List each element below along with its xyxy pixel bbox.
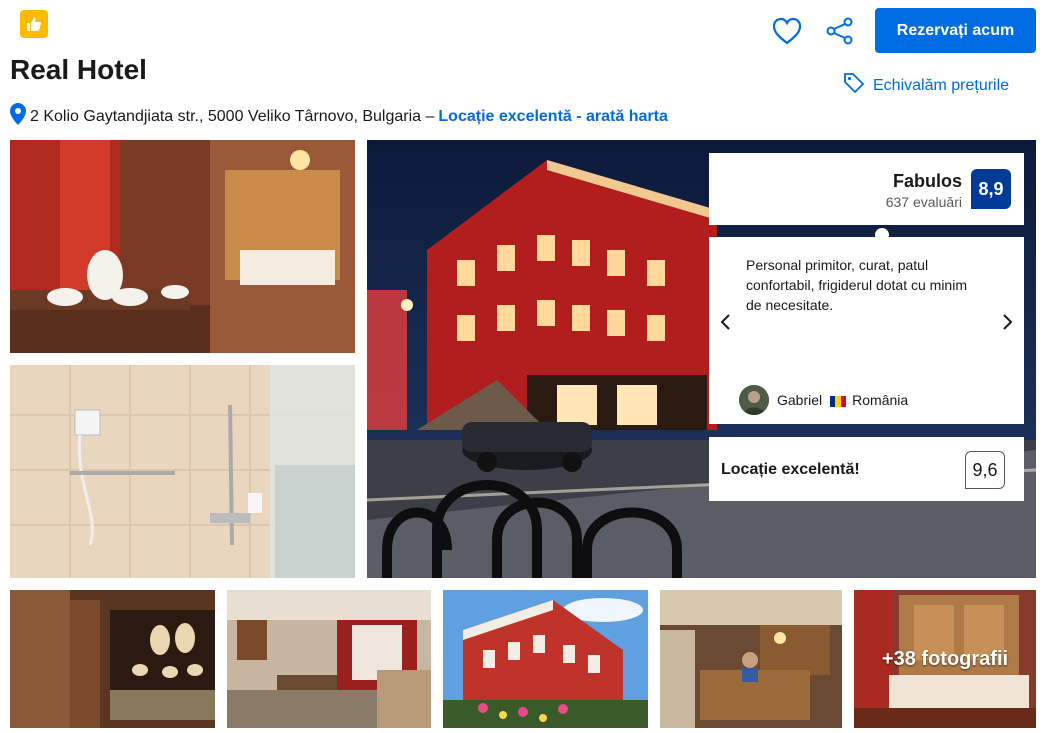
more-photos-tile[interactable]: +38 fotografii [854,590,1036,728]
chevron-left-icon[interactable] [715,313,735,336]
avatar [739,385,769,415]
heart-icon[interactable] [771,15,803,47]
show-map-link[interactable]: Locație excelentă - arată harta [438,108,667,126]
hotel-name: Real Hotel [10,54,147,85]
featured-review-card: Personal primitor, curat, patul conforta… [709,237,1024,424]
price-match-link[interactable]: Echivalăm prețurile [843,72,1009,99]
review-text: Personal primitor, curat, patul conforta… [746,257,967,313]
room-living-area-photo[interactable] [227,590,431,728]
review-score-badge: 8,9 [971,169,1011,209]
address-line: 2 Kolio Gaytandjiata str., 5000 Veliko T… [10,103,668,130]
reviewer-name: Gabriel [777,392,823,408]
review-score-card[interactable]: Fabulos 637 evaluări 8,9 [709,153,1024,225]
hotel-exterior-day-photo[interactable] [443,590,648,728]
reserve-now-button[interactable]: Rezervați acum [875,8,1036,53]
thumbs-up-icon [20,10,48,38]
more-photos-label: +38 fotografii [881,648,1009,670]
address-text: 2 Kolio Gaytandjiata str., 5000 Veliko T… [30,107,435,125]
bathroom-shower-photo[interactable] [10,365,355,578]
lobby-display-photo[interactable] [10,590,215,728]
location-rating-card[interactable]: Locație excelentă! 9,6 [709,437,1024,501]
location-rating-label: Locație excelentă! [721,461,860,478]
location-rating-score: 9,6 [965,451,1005,489]
reviewer-country: România [830,392,908,408]
share-icon[interactable] [824,15,856,47]
price-match-label: Echivalăm prețurile [873,76,1010,94]
reception-desk-photo[interactable] [660,590,842,728]
review-score-label: Fabulos [892,171,962,191]
review-count: 637 evaluări [885,194,962,210]
chevron-right-icon[interactable] [998,313,1018,336]
tag-icon [843,72,865,99]
room-tea-set-photo[interactable] [10,140,355,353]
location-pin-icon [10,103,26,130]
reviewer-info: Gabriel România [739,385,908,415]
romania-flag-icon [830,395,847,407]
